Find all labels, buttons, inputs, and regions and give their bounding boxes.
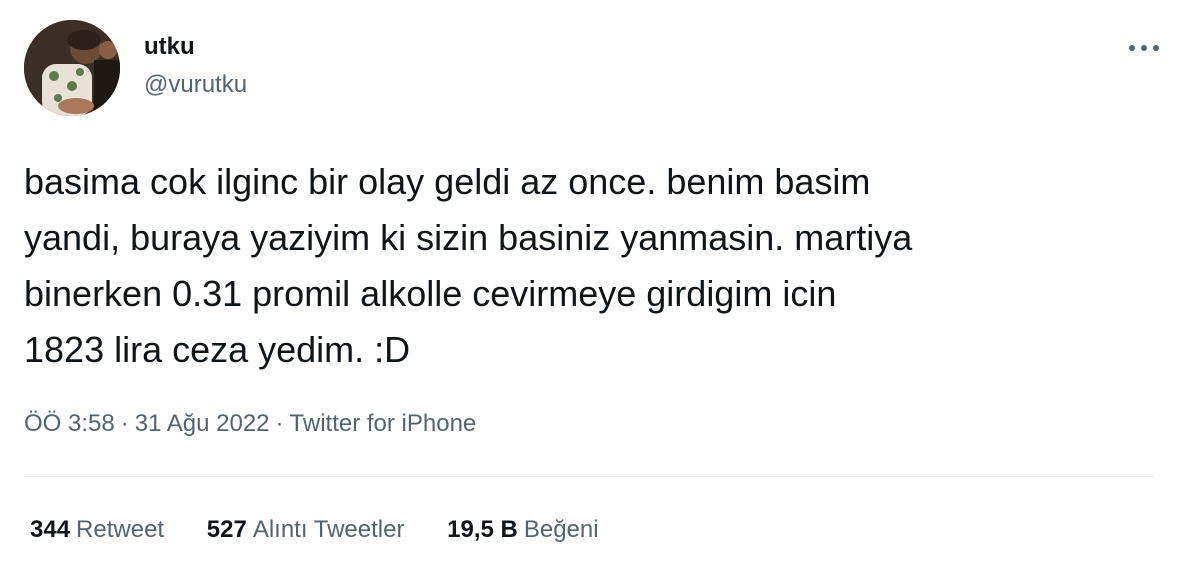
likes-stat[interactable]: 19,5 B Beğeni bbox=[447, 512, 598, 548]
retweet-count: 344 bbox=[30, 516, 71, 543]
user-names: utku @vurutku bbox=[144, 32, 247, 100]
tweet-meta: ÖÖ 3:58 · 31 Ağu 2022 · Twitter for iPhone bbox=[24, 406, 476, 442]
tweet-header: utku @vurutku bbox=[24, 20, 1164, 116]
likes-label: Beğeni bbox=[523, 516, 599, 543]
likes-count: 19,5 B bbox=[447, 516, 518, 543]
quote-tweets-count: 527 bbox=[206, 516, 247, 543]
tweet-time[interactable]: ÖÖ 3:58 bbox=[24, 410, 115, 437]
quote-tweets-label: Alıntı Tweetler bbox=[252, 516, 405, 543]
tweet-text: basima cok ilginc bir olay geldi az once… bbox=[24, 161, 913, 370]
avatar[interactable] bbox=[24, 20, 120, 116]
display-name[interactable]: utku bbox=[144, 32, 247, 62]
tweet-date[interactable]: 31 Ağu 2022 bbox=[135, 410, 270, 437]
tweet-card: utku @vurutku basima cok ilginc bir olay… bbox=[0, 0, 1186, 580]
retweet-label: Retweet bbox=[76, 516, 165, 543]
tweet-source[interactable]: Twitter for iPhone bbox=[290, 410, 477, 437]
meta-separator: · bbox=[120, 410, 129, 437]
user-handle[interactable]: @vurutku bbox=[144, 70, 247, 100]
retweet-stat[interactable]: 344 Retweet bbox=[30, 512, 164, 548]
divider bbox=[24, 476, 1154, 477]
tweet-stats: 344 Retweet 527 Alıntı Tweetler 19,5 B Beğe… bbox=[30, 512, 635, 548]
ellipsis-icon[interactable] bbox=[1124, 36, 1164, 60]
meta-separator: · bbox=[275, 410, 284, 437]
quote-tweets-stat[interactable]: 527 Alıntı Tweetler bbox=[207, 512, 405, 548]
avatar-image bbox=[24, 20, 120, 116]
